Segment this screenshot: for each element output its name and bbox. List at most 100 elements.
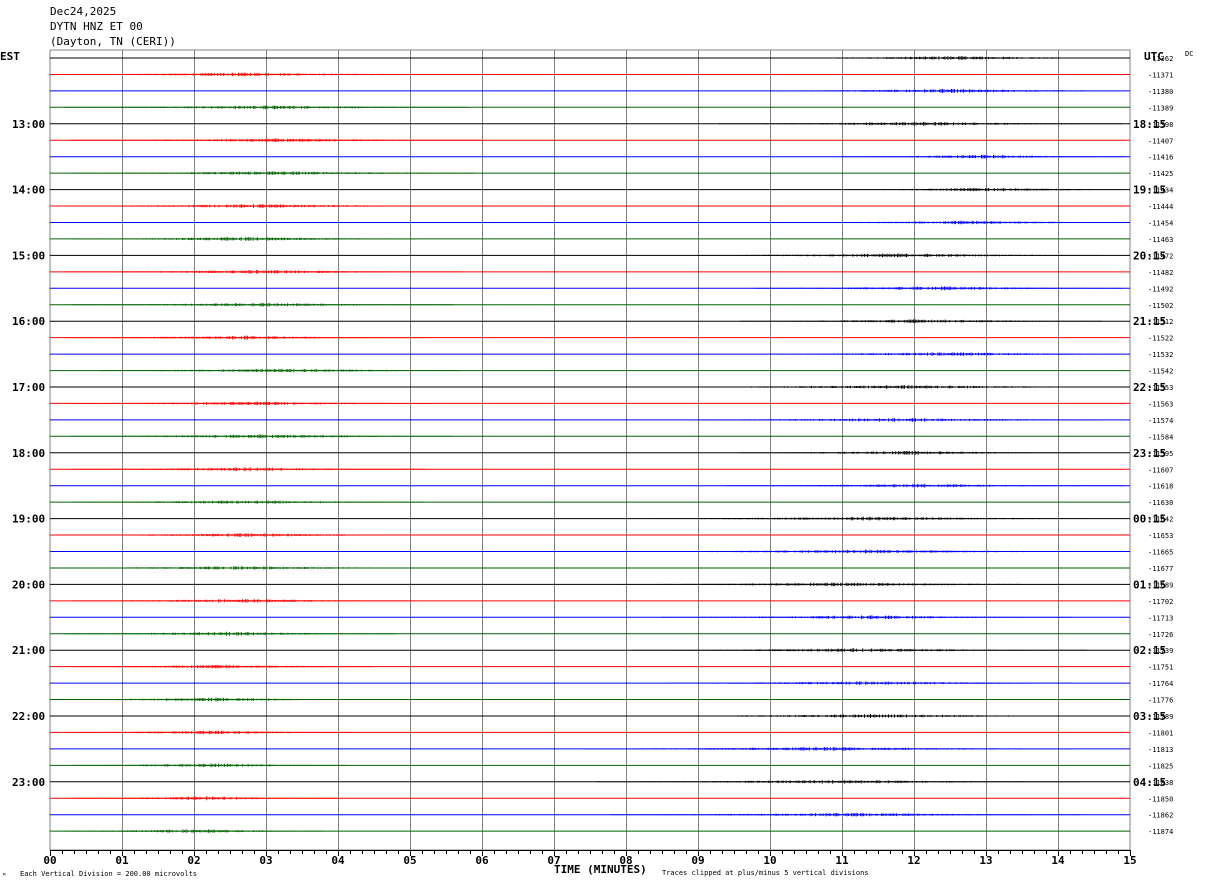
dc-offset-label: -11813: [1148, 746, 1173, 754]
trace-noise: [99, 368, 461, 373]
est-hour-label: 21:00: [12, 644, 45, 657]
x-tick-label: 00: [43, 854, 56, 867]
utc-hour-label: 04:15: [1133, 776, 1166, 789]
trace-noise: [611, 812, 1081, 817]
utc-hour-label: 23:15: [1133, 447, 1166, 460]
dc-offset-label: -11751: [1148, 664, 1173, 672]
x-tick-label: 11: [835, 854, 849, 867]
dc-offset-label: -11677: [1148, 565, 1173, 573]
est-hour-label: 16:00: [12, 315, 45, 328]
utc-hour-label: 01:15: [1133, 578, 1166, 591]
dc-offset-label: -11454: [1148, 220, 1173, 228]
traces: [50, 56, 1130, 833]
est-hour-label: 23:00: [12, 776, 45, 789]
dc-offset-label: -11463: [1148, 236, 1173, 244]
dc-offset-label: -11482: [1148, 269, 1173, 277]
dc-offset-label: -11522: [1148, 335, 1173, 343]
seismogram-plot: 00 01 02 03 04 05 06 07 08 09 10 11 12 13 14 15 EST UTC…: [0, 49, 1193, 880]
dc-offset-label: -11492: [1148, 285, 1173, 293]
est-hour-label: 18:00: [12, 447, 45, 460]
trace-noise: [697, 253, 1101, 258]
dc-offset-label: -11874: [1148, 828, 1173, 836]
x-tick-label: 01: [115, 854, 129, 867]
dc-offset-label: -11532: [1148, 351, 1173, 359]
est-hour-label: 14:00: [12, 184, 45, 197]
x-tick-label: 12: [907, 854, 920, 867]
trace-noise: [740, 319, 1102, 323]
dc-offset-label: -11726: [1148, 631, 1173, 639]
trace-noise: [812, 220, 1123, 225]
trace-noise: [848, 187, 1123, 192]
dc-offset-label: -11764: [1148, 680, 1173, 688]
dc-offset-label: -11665: [1148, 549, 1173, 557]
trace-noise: [661, 714, 1080, 718]
est-hour-label: 15:00: [12, 249, 45, 262]
trace-noise: [63, 631, 395, 636]
est-hour-label: 17:00: [12, 381, 45, 394]
dc-offset-label: -11574: [1148, 417, 1173, 425]
x-tick-label: 09: [691, 854, 704, 867]
dc-offset-label: -11618: [1148, 483, 1173, 491]
dc-offset-label: -11850: [1148, 795, 1173, 803]
x-tick-label: 03: [259, 854, 272, 867]
trace-noise: [71, 302, 454, 307]
corner-logo-mark: ᴹ: [2, 872, 6, 880]
utc-hour-label: 19:15: [1133, 184, 1166, 197]
labels: EST UTC DC TIME (MINUTES) Each Vertical …: [0, 50, 1193, 880]
dc-offset-label: -11607: [1148, 466, 1173, 474]
trace-noise: [582, 747, 1073, 751]
grid: [49, 49, 1131, 851]
dc-offset-label: -11542: [1148, 368, 1173, 376]
utc-hour-label: 21:15: [1133, 315, 1166, 328]
trace-noise: [632, 648, 1087, 653]
utc-hour-label: 02:15: [1133, 644, 1166, 657]
dc-offset-label: -11653: [1148, 532, 1173, 540]
dc-offset-label: -11630: [1148, 499, 1173, 507]
trace-noise: [668, 681, 1072, 685]
utc-hour-label: 20:15: [1133, 249, 1166, 262]
x-tick-label: 13: [979, 854, 992, 867]
utc-hour-label: 00:15: [1133, 513, 1166, 526]
x-axis-title: TIME (MINUTES): [554, 863, 647, 876]
utc-hour-label: 18:15: [1133, 118, 1166, 131]
est-hour-label: 13:00: [12, 118, 45, 131]
dc-offset-label: -11502: [1148, 302, 1173, 310]
utc-hour-label: 22:15: [1133, 381, 1166, 394]
dc-offset-label: -11702: [1148, 598, 1173, 606]
x-tick-label: 05: [403, 854, 416, 867]
trace-noise: [71, 171, 475, 175]
trace-noise: [654, 516, 1088, 521]
dc-label: DC: [1185, 50, 1193, 58]
trace-noise: [71, 763, 346, 768]
dc-offset-label: -11825: [1148, 762, 1173, 770]
x-tick-label: 15: [1123, 854, 1136, 867]
trace-noise: [63, 204, 446, 208]
left-timezone-label: EST: [0, 50, 20, 63]
dc-offset-label: -11407: [1148, 137, 1173, 145]
est-hour-label: 20:00: [12, 578, 45, 591]
dc-offset-label: -11444: [1148, 203, 1173, 211]
dc-offset-label: -11584: [1148, 433, 1173, 441]
trace-noise: [63, 335, 425, 340]
dc-offset-label: -11862: [1148, 812, 1173, 820]
scale-note: Each Vertical Division = 200.00 microvol…: [20, 870, 197, 878]
x-tick-label: 14: [1051, 854, 1065, 867]
est-hour-label: 19:00: [12, 513, 45, 526]
trace-noise: [71, 434, 454, 439]
dc-offset-label: -11713: [1148, 614, 1173, 622]
dc-offset-label: -11416: [1148, 154, 1173, 162]
plot-frame: [49, 49, 1131, 851]
dc-offset-label: -11801: [1148, 729, 1173, 737]
trace-noise: [63, 105, 467, 110]
dc-offset-label: -11380: [1148, 88, 1173, 96]
dc-offset-label: -11371: [1148, 72, 1173, 80]
trace-noise: [63, 829, 323, 833]
trace-noise: [697, 418, 1101, 422]
est-hour-label: 22:00: [12, 710, 45, 723]
x-tick-label: 02: [187, 854, 200, 867]
dc-offset-label: -11563: [1148, 400, 1173, 408]
utc-hour-label: 03:15: [1133, 710, 1166, 723]
trace-noise: [719, 121, 1123, 126]
clip-note: Traces clipped at plus/minus 5 vertical …: [662, 869, 869, 877]
x-tick-label: 06: [475, 854, 489, 867]
